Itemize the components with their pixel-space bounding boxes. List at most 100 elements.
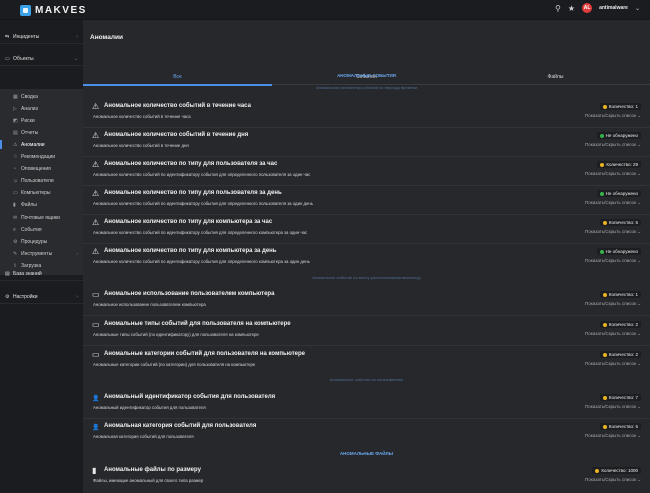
anomaly-row: ⚠ Аномальное количество по типу для компь… [83, 216, 650, 244]
section-header: Аномальное количество событий по периоду… [315, 85, 418, 90]
chevron-down-icon: ⌄ [635, 301, 641, 306]
computers-icon: ▭ [13, 190, 18, 197]
show-list-toggle[interactable]: Показать/Скрыть список ⌄ [585, 331, 641, 337]
sidebar-item-tools[interactable]: ✎ Инструменты › [0, 249, 83, 258]
show-list-toggle[interactable]: Показать/Скрыть список ⌄ [585, 229, 641, 235]
anomaly-description: Аномальное количество событий по идентиф… [93, 172, 311, 177]
user-icon: 👤 [92, 425, 100, 431]
sidebar: ▦ Сводка ▷ Анализ ◩ Риски ▤ Отчеты ⚠ Аномалии ☆ Рек… [0, 20, 83, 493]
sidebar-item-label: Процедуры [21, 238, 48, 245]
warning-icon: ⚠ [92, 247, 100, 256]
show-list-toggle[interactable]: Показать/Скрыть список ⌄ [585, 361, 641, 367]
chevron-icon: ⌄ [73, 56, 78, 62]
chevron-down-icon: ⌄ [635, 433, 641, 438]
chevron-down-icon: ⌄ [635, 142, 641, 147]
show-list-label: Показать/Скрыть список [585, 229, 636, 234]
status-badge: Количество: 2 [599, 321, 641, 328]
incidents-icon: ⇆ [5, 33, 10, 40]
warning-dot-icon [602, 424, 607, 429]
anomaly-row: ⚠ Аномальное количество по типу для польз… [83, 187, 650, 215]
sidebar-section-knowledge-base[interactable]: ▤ База знаний [0, 267, 83, 281]
warning-dot-icon [602, 322, 607, 327]
chevron-down-icon[interactable]: ⌄ [635, 5, 640, 12]
reports-icon: ▤ [13, 129, 18, 136]
anomaly-title: Аномальные файлы по размеру [104, 467, 201, 473]
warning-dot-icon [602, 104, 607, 109]
section-header: Аномальные события по пользователю [329, 377, 404, 382]
sidebar-item-computers[interactable]: ▭ Компьютеры [0, 189, 83, 198]
sidebar-section-incidents[interactable]: ⇆ Инциденты › [0, 30, 83, 44]
anomaly-description: Аномальное использование пользователем к… [93, 302, 206, 307]
show-list-label: Показать/Скрыть список [585, 200, 636, 205]
show-list-toggle[interactable]: Показать/Скрыть список ⌄ [585, 477, 641, 483]
chevron-down-icon: ⌄ [635, 113, 641, 118]
anomaly-title: Аномальное количество по типу для компью… [104, 248, 277, 254]
procedures-icon: ⚙ [13, 238, 18, 245]
chevron-icon: › [76, 293, 78, 300]
anomaly-title: Аномальная категория событий для пользов… [104, 423, 257, 429]
sidebar-section-label: Объекты [13, 56, 34, 62]
status-badge: Не обнаружено [596, 190, 641, 197]
show-list-toggle[interactable]: Показать/Скрыть список ⌄ [585, 142, 641, 148]
status-badge: Количество: 1000 [592, 467, 641, 474]
chevron-down-icon: ⌄ [635, 361, 641, 366]
status-badge: Количество: 1 [599, 103, 641, 110]
sidebar-item-users[interactable]: ☺ Пользователи [0, 177, 83, 186]
notifications-icon: ◔ [13, 166, 17, 173]
sidebar-item-files[interactable]: ▮ Файлы [0, 201, 83, 210]
status-badge: Количество: 29 [597, 161, 641, 168]
status-text: Количество: 2 [608, 352, 638, 357]
status-text: Количество: 5 [608, 424, 638, 429]
user-name[interactable]: antimalware [599, 5, 628, 11]
star-icon[interactable]: ★ [568, 4, 575, 13]
show-list-toggle[interactable]: Показать/Скрыть список ⌄ [585, 301, 641, 307]
sidebar-item-reports[interactable]: ▤ Отчеты [0, 128, 83, 137]
sidebar-item-recommendations[interactable]: ☆ Рекомендации [0, 153, 83, 162]
show-list-toggle[interactable]: Показать/Скрыть список ⌄ [585, 433, 641, 439]
sidebar-item-procedures[interactable]: ⚙ Процедуры [0, 237, 83, 246]
sidebar-section-objects[interactable]: ▭ Объекты ⌄ [0, 53, 83, 66]
show-list-toggle[interactable]: Показать/Скрыть список ⌄ [585, 171, 641, 177]
status-badge: Количество: 2 [599, 351, 641, 358]
warning-icon: ⚠ [92, 160, 100, 169]
sidebar-item-risks[interactable]: ◩ Риски [0, 116, 83, 125]
anomaly-row: ⚠ Аномальное количество событий в течение… [83, 129, 650, 157]
laptop-icon: ▭ [92, 350, 100, 359]
anomaly-title: Аномальное использование пользователем к… [104, 291, 275, 297]
sidebar-item-notifications[interactable]: ◔ Оповещения [0, 165, 83, 174]
sidebar-section-label: База знаний [13, 270, 42, 277]
sidebar-section-label: Настройки [13, 293, 38, 300]
app-window: MAKVES ⚲ ★ AL antimalware ⌄ ▦ Сводка ▷ Анал… [0, 0, 650, 493]
show-list-toggle[interactable]: Показать/Скрыть список ⌄ [585, 258, 641, 264]
show-list-toggle[interactable]: Показать/Скрыть список ⌄ [585, 200, 641, 206]
anomaly-row: ▭ Аномальное использование пользователем … [83, 288, 650, 316]
sidebar-item-label: Аномалии [21, 141, 45, 148]
chevron-down-icon: ⌄ [635, 477, 641, 482]
anomaly-row: 👤 Аномальный идентификатор события для по… [83, 391, 650, 419]
anomaly-row: ▭ Аномальные категории событий для пользо… [83, 348, 650, 376]
anomaly-description: Аномальные категории событий (по категор… [93, 362, 256, 367]
warning-dot-icon [602, 292, 607, 297]
logo[interactable]: MAKVES [20, 5, 87, 16]
ok-dot-icon [599, 191, 604, 196]
show-list-toggle[interactable]: Показать/Скрыть список ⌄ [585, 113, 641, 119]
anomaly-description: Аномальное количество событий по идентиф… [93, 201, 314, 206]
status-badge: Количество: 5 [599, 219, 641, 226]
avatar[interactable]: AL [582, 3, 593, 13]
status-badge: Не обнаружено [596, 132, 641, 139]
search-icon[interactable]: ⚲ [555, 4, 561, 13]
sidebar-item-summary[interactable]: ▦ Сводка [0, 92, 83, 101]
sidebar-item-label: Файлы [21, 202, 37, 209]
sidebar-item-anomalies[interactable]: ⚠ Аномалии [0, 140, 83, 150]
sidebar-section-settings[interactable]: ⚙ Настройки › [0, 290, 83, 304]
show-list-toggle[interactable]: Показать/Скрыть список ⌄ [585, 404, 641, 410]
anomaly-row: 👤 Аномальная категория событий для пользо… [83, 420, 650, 448]
sidebar-item-label: Почтовые ящики [21, 214, 60, 221]
sidebar-item-events[interactable]: ≡ События [0, 225, 83, 234]
chevron-icon: › [76, 251, 79, 257]
settings-icon: ⚙ [5, 293, 10, 300]
sidebar-item-mailboxes[interactable]: ✉ Почтовые ящики [0, 213, 83, 222]
sidebar-item-label: Компьютеры [21, 190, 51, 197]
status-text: Количество: 1 [608, 292, 638, 297]
sidebar-item-analysis[interactable]: ▷ Анализ [0, 104, 83, 113]
